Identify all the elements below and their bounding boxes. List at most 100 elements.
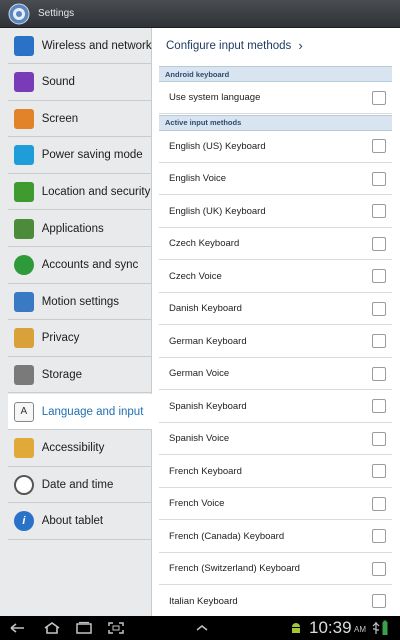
sidebar-item-label: Applications (41, 222, 104, 235)
input-method-label: Czech Voice (169, 270, 222, 282)
input-method-row[interactable]: French Voice (159, 488, 392, 520)
sidebar-item-label: Screen (41, 112, 79, 125)
configure-input-methods-link[interactable]: Configure input methods › (166, 38, 303, 53)
sidebar-item-label: Accounts and sync (41, 259, 139, 272)
input-method-row[interactable]: English (UK) Keyboard (159, 196, 392, 228)
input-method-label: Spanish Voice (169, 433, 230, 444)
input-method-label: English (UK) Keyboard (169, 205, 266, 217)
input-method-label: German Keyboard (169, 335, 247, 347)
title-bar: Settings (0, 0, 400, 28)
settings-detail-pane: Configure input methods › Android keyboa… (153, 28, 400, 616)
checkbox[interactable] (372, 269, 386, 283)
sidebar-item-privacy[interactable]: Privacy (8, 321, 152, 357)
input-method-row[interactable]: English (US) Keyboard (159, 131, 392, 163)
input-method-row[interactable]: Italian Keyboard (159, 586, 392, 617)
sidebar-item-about-tablet[interactable]: i About tablet (8, 504, 152, 540)
sidebar-item-accessibility[interactable]: Accessibility (8, 431, 152, 467)
input-method-row[interactable]: Czech Voice (159, 261, 392, 293)
sidebar-item-applications[interactable]: Applications (8, 211, 152, 247)
sidebar-item-label: Storage (41, 368, 82, 381)
sidebar-item-sound[interactable]: Sound (8, 65, 152, 101)
input-method-row[interactable]: French (Canada) Keyboard (159, 521, 392, 553)
sidebar-item-date-and-time[interactable]: Date and time (8, 467, 152, 504)
sidebar-item-label: Location and security (41, 185, 151, 198)
input-method-row[interactable]: Spanish Keyboard (159, 391, 392, 423)
checkbox[interactable] (372, 301, 386, 316)
input-method-label: English (US) Keyboard (169, 140, 266, 152)
input-method-row[interactable]: Danish Keyboard (159, 293, 392, 325)
battery-recycle-icon (14, 145, 34, 166)
input-method-label: French (Switzerland) Keyboard (169, 563, 300, 574)
sidebar-item-label: Sound (41, 76, 75, 89)
sidebar-item-motion-settings[interactable]: Motion settings (8, 284, 152, 321)
checkbox[interactable] (372, 529, 386, 543)
input-method-row[interactable]: Czech Keyboard (159, 228, 392, 260)
input-method-row[interactable]: French Keyboard (159, 456, 392, 488)
checkbox[interactable] (372, 431, 386, 446)
back-icon[interactable] (8, 621, 28, 635)
input-method-label: French Keyboard (169, 465, 242, 477)
checkbox[interactable] (372, 139, 386, 153)
location-grid-icon (14, 181, 34, 202)
input-method-row[interactable]: Use system language (159, 82, 392, 114)
input-method-label: Italian Keyboard (169, 595, 238, 607)
chevron-right-icon: › (298, 38, 303, 53)
sidebar-item-label: Date and time (41, 478, 114, 491)
checkbox[interactable] (372, 204, 386, 218)
sidebar-item-storage[interactable]: Storage (8, 357, 152, 394)
section-header: Android keyboard (159, 66, 392, 82)
sidebar-item-wireless-and-networks[interactable]: Wireless and networks (8, 28, 152, 64)
checkbox[interactable] (372, 561, 386, 576)
input-method-label: Use system language (169, 92, 261, 103)
sidebar-item-location-and-security[interactable]: Location and security (8, 174, 152, 211)
active-item-pointer (143, 402, 153, 422)
applications-icon (14, 218, 34, 239)
input-method-row[interactable]: Spanish Voice (159, 423, 392, 455)
checkbox[interactable] (372, 171, 386, 186)
input-method-row[interactable]: English Voice (159, 163, 392, 195)
checkbox[interactable] (372, 594, 386, 608)
info-icon: i (14, 511, 34, 532)
checkbox[interactable] (372, 399, 386, 413)
input-method-label: German Voice (169, 368, 230, 379)
checkbox[interactable] (372, 496, 386, 511)
sidebar-item-power-saving-mode[interactable]: Power saving mode (8, 138, 152, 174)
input-method-label: Czech Keyboard (169, 238, 240, 249)
recent-apps-icon[interactable] (74, 621, 94, 635)
checkbox[interactable] (372, 90, 386, 105)
brightness-icon (14, 108, 34, 129)
screenshot-icon[interactable] (106, 621, 126, 635)
checkbox[interactable] (372, 464, 386, 478)
sidebar-item-language-and-input[interactable]: A Language and input (8, 394, 152, 430)
checkbox[interactable] (372, 334, 386, 348)
sidebar-item-accounts-and-sync[interactable]: Accounts and sync (8, 248, 152, 284)
input-method-row[interactable]: German Voice (159, 358, 392, 390)
sidebar-item-label: Language and input (41, 405, 144, 418)
clock-icon (14, 474, 34, 495)
speaker-icon (14, 72, 34, 93)
sidebar-item-label: Privacy (41, 332, 80, 345)
checkbox[interactable] (372, 236, 386, 251)
checkbox[interactable] (372, 366, 386, 381)
sidebar-item-label: Power saving mode (41, 149, 143, 162)
sidebar-item-label: Wireless and networks (41, 39, 152, 52)
section-header: Active input methods (159, 114, 392, 131)
input-method-row[interactable]: French (Switzerland) Keyboard (159, 553, 392, 585)
settings-sidebar: Wireless and networks Sound Screen Power sa… (0, 28, 153, 616)
chevron-up-icon[interactable] (192, 621, 212, 635)
status-clock: 10:39 (309, 618, 352, 637)
sidebar-item-label: Accessibility (41, 442, 105, 455)
sidebar-item-screen[interactable]: Screen (8, 101, 152, 138)
status-ampm: AM (354, 625, 366, 634)
input-method-row[interactable]: German Keyboard (159, 326, 392, 358)
input-method-label: French Voice (169, 498, 225, 509)
sidebar-item-label: Motion settings (41, 295, 120, 308)
privacy-icon (14, 328, 34, 349)
storage-icon (14, 364, 34, 385)
input-method-label: Danish Keyboard (169, 303, 242, 314)
app-title: Settings (38, 8, 75, 19)
input-method-label: English Voice (169, 173, 227, 184)
gear-icon (8, 3, 30, 24)
home-icon[interactable] (42, 621, 62, 635)
android-icon (292, 623, 300, 633)
